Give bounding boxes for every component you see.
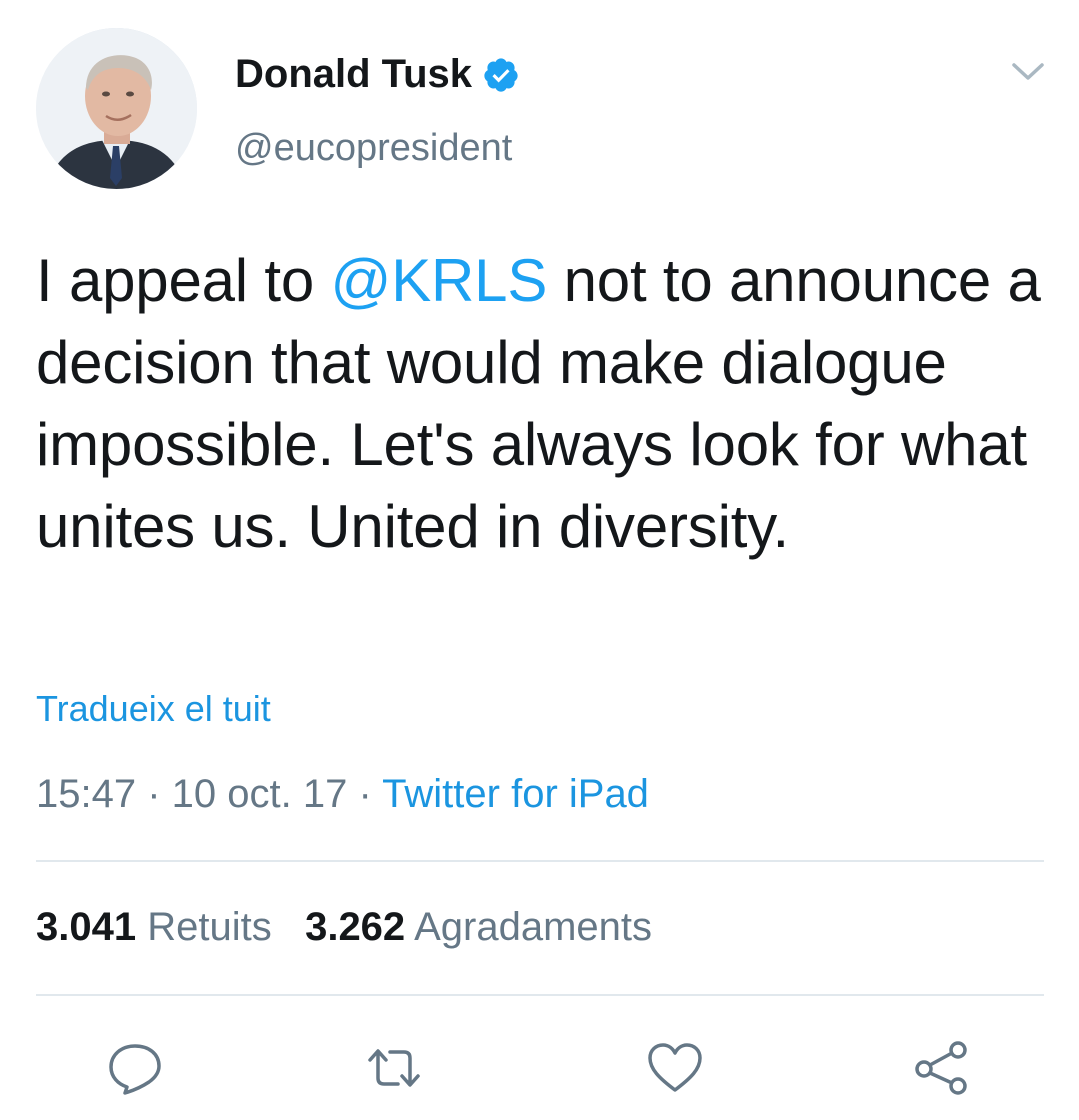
divider <box>36 860 1044 862</box>
divider <box>36 994 1044 996</box>
translate-tweet-link[interactable]: Tradueix el tuit <box>36 688 271 730</box>
tweet-time[interactable]: 15:47 <box>36 772 136 816</box>
profile-photo <box>36 28 197 189</box>
share-icon <box>915 1041 967 1095</box>
retweet-button[interactable] <box>364 1038 424 1098</box>
author-name[interactable]: Donald Tusk <box>235 52 472 97</box>
meta-separator: · <box>347 772 383 816</box>
verified-badge-icon <box>484 57 518 92</box>
reply-icon <box>109 1044 161 1095</box>
avatar[interactable] <box>36 28 197 189</box>
tweet-text: I appeal to @KRLS not to announce a deci… <box>36 240 1046 568</box>
likes-count: 3.262 <box>305 905 406 949</box>
tweet-stats: 3.041 Retuits 3.262 Agradaments <box>36 905 652 950</box>
retweets-stat[interactable]: 3.041 Retuits <box>36 905 272 949</box>
retweets-label: Retuits <box>147 905 272 949</box>
retweets-count: 3.041 <box>36 905 137 949</box>
tweet-text-start: I appeal to <box>36 247 331 314</box>
likes-label: Agradaments <box>414 905 653 949</box>
author-name-row[interactable]: Donald Tusk <box>235 52 520 97</box>
share-button[interactable] <box>912 1038 972 1098</box>
meta-separator: · <box>136 772 172 816</box>
likes-stat[interactable]: 3.262 Agradaments <box>305 905 652 949</box>
heart-icon <box>648 1043 702 1092</box>
tweet-date[interactable]: 10 oct. 17 <box>172 772 348 816</box>
tweet-meta: 15:47 · 10 oct. 17 · Twitter for iPad <box>36 772 649 817</box>
action-bar <box>0 1038 1079 1098</box>
like-button[interactable] <box>645 1038 705 1098</box>
chevron-down-icon[interactable] <box>1010 60 1046 84</box>
tweet-source-link[interactable]: Twitter for iPad <box>382 772 649 816</box>
retweet-icon <box>368 1049 420 1087</box>
mention-link[interactable]: @KRLS <box>331 247 548 314</box>
reply-button[interactable] <box>105 1038 165 1098</box>
author-handle[interactable]: @eucopresident <box>235 127 512 170</box>
